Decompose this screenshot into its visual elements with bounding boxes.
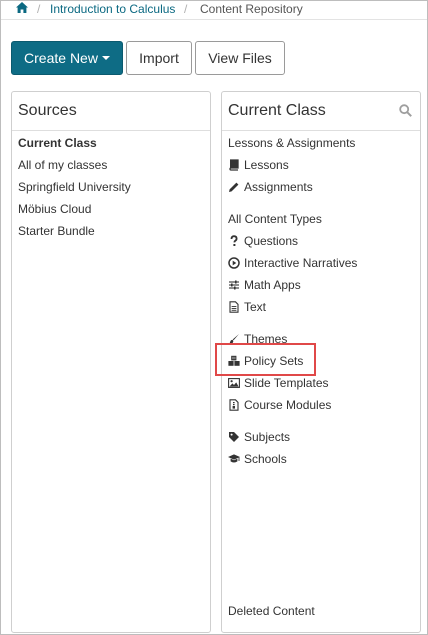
policy-sets-highlight [215, 343, 316, 376]
lessons-item[interactable]: Lessons [228, 158, 289, 172]
interactive-narratives-item[interactable]: Interactive Narratives [228, 256, 357, 270]
breadcrumb-separator: / [37, 2, 41, 16]
breadcrumb: / Introduction to Calculus / Content Rep… [1, 1, 427, 20]
deleted-content-item[interactable]: Deleted Content [228, 604, 315, 618]
assignments-item[interactable]: Assignments [228, 180, 313, 194]
archive-file-icon [229, 399, 239, 411]
content-type-list: Lessons & Assignments Lessons Assignment… [222, 131, 420, 632]
breadcrumb-course-link[interactable]: Introduction to Calculus [50, 2, 175, 16]
questions-item[interactable]: Questions [228, 234, 298, 248]
create-new-button[interactable]: Create New [11, 41, 123, 75]
source-springfield-university[interactable]: Springfield University [18, 180, 131, 194]
view-files-button[interactable]: View Files [195, 41, 285, 75]
all-content-types-heading: All Content Types [228, 212, 322, 226]
sources-list: Current Class All of my classes Springfi… [12, 131, 210, 632]
breadcrumb-current: Content Repository [200, 2, 303, 16]
slide-templates-item[interactable]: Slide Templates [228, 376, 329, 390]
course-modules-label: Course Modules [244, 398, 332, 412]
image-icon [228, 378, 240, 388]
create-new-label: Create New [24, 50, 98, 66]
text-label: Text [244, 300, 267, 314]
source-mobius-cloud[interactable]: Möbius Cloud [18, 202, 91, 216]
math-apps-label: Math Apps [244, 278, 301, 292]
course-modules-item[interactable]: Course Modules [228, 398, 331, 412]
interactive-narratives-label: Interactive Narratives [244, 256, 358, 270]
source-current-class[interactable]: Current Class [18, 136, 97, 150]
slide-templates-label: Slide Templates [244, 376, 329, 390]
search-icon[interactable] [399, 104, 412, 117]
source-all-classes[interactable]: All of my classes [18, 158, 107, 172]
graduation-cap-icon [228, 454, 240, 463]
lessons-assignments-heading: Lessons & Assignments [228, 136, 356, 150]
source-starter-bundle[interactable]: Starter Bundle [18, 224, 95, 238]
sliders-icon [229, 280, 239, 290]
tag-icon [229, 432, 239, 442]
schools-label: Schools [244, 452, 287, 466]
content-repository-frame: / Introduction to Calculus / Content Rep… [0, 0, 428, 635]
subjects-label: Subjects [244, 430, 291, 444]
play-circle-icon [228, 257, 240, 269]
caret-down-icon [101, 56, 110, 61]
book-icon [229, 159, 239, 171]
subjects-item[interactable]: Subjects [228, 430, 290, 444]
document-icon [229, 301, 239, 313]
pencil-icon [229, 182, 239, 192]
sources-panel: Sources Current Class All of my classes … [11, 91, 211, 633]
sources-title: Sources [12, 92, 210, 131]
schools-item[interactable]: Schools [228, 452, 287, 466]
import-button[interactable]: Import [126, 41, 192, 75]
current-class-title: Current Class [222, 92, 420, 131]
lessons-label: Lessons [244, 158, 289, 172]
home-icon[interactable] [16, 2, 28, 13]
text-item[interactable]: Text [228, 300, 266, 314]
question-icon [230, 235, 238, 246]
breadcrumb-separator: / [184, 2, 188, 16]
math-apps-item[interactable]: Math Apps [228, 278, 301, 292]
questions-label: Questions [244, 234, 299, 248]
assignments-label: Assignments [244, 180, 313, 194]
